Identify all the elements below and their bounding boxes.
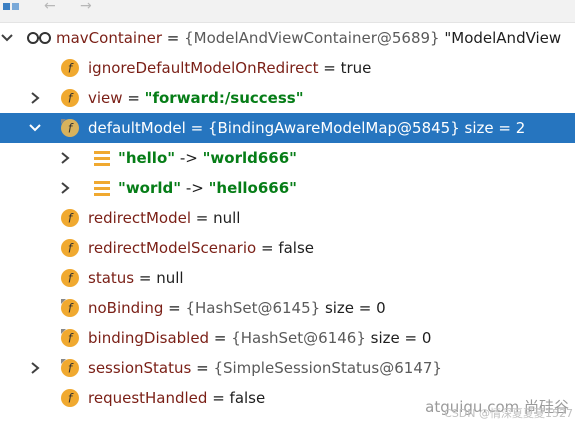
map-value: "world666" [202, 149, 297, 167]
field-icon: f [61, 59, 79, 77]
separator: = [318, 59, 341, 77]
variable-value: null [156, 269, 184, 287]
chevron-right-icon[interactable] [28, 360, 42, 376]
variable-value: false [229, 389, 266, 407]
tree-row-default-model[interactable]: f defaultModel = {BindingAwareModelMap@5… [0, 113, 575, 143]
variable-name: ignoreDefaultModelOnRedirect [88, 59, 319, 77]
chevron-right-icon[interactable] [58, 180, 72, 196]
variable-name: requestHandled [88, 389, 208, 407]
variable-value: {BindingAwareModelMap@5845} [207, 119, 460, 137]
tree-row-text: mavContainer = {ModelAndViewContainer@56… [56, 29, 561, 47]
variable-name: sessionStatus [88, 359, 192, 377]
field-icon: f [61, 299, 79, 317]
variable-value: null [213, 209, 241, 227]
tree-row-session-status[interactable]: f sessionStatus = {SimpleSessionStatus@6… [0, 353, 575, 383]
tree-row-redirect-model-scenario[interactable]: f redirectModelScenario = false [0, 233, 575, 263]
separator: = [209, 329, 232, 347]
tree-row-text: bindingDisabled = {HashSet@6146} size = … [88, 329, 431, 347]
field-icon: f [61, 239, 79, 257]
separator: = [256, 239, 279, 257]
separator: = [122, 89, 145, 107]
field-icon: f [61, 269, 79, 287]
variable-value: {HashSet@6145} [185, 299, 321, 317]
value-extra: size = 0 [365, 329, 432, 347]
variable-value: true [340, 59, 372, 77]
separator: = [191, 209, 214, 227]
variable-value: {HashSet@6146} [231, 329, 366, 347]
tree-row-text: redirectModel = null [88, 209, 240, 227]
tree-row-text: ignoreDefaultModelOnRedirect = true [88, 59, 371, 77]
tree-row-text: "hello" -> "world666" [118, 149, 297, 167]
variable-name: view [88, 89, 123, 107]
variable-name: status [88, 269, 135, 287]
tree-row-view[interactable]: f view = "forward:/success" [0, 83, 575, 113]
tree-row-no-binding[interactable]: f noBinding = {HashSet@6145} size = 0 [0, 293, 575, 323]
separator: -> [175, 149, 203, 167]
value-extra: "ModelAndView [444, 29, 562, 47]
layout-icon[interactable] [2, 2, 20, 14]
tree-row-text: status = null [88, 269, 184, 287]
variable-name: mavContainer [56, 29, 162, 47]
tree-row-binding-disabled[interactable]: f bindingDisabled = {HashSet@6146} size … [0, 323, 575, 353]
variable-name: redirectModel [88, 209, 191, 227]
separator: = [134, 269, 157, 287]
tree-row-text: requestHandled = false [88, 389, 265, 407]
chevron-down-icon[interactable] [0, 30, 14, 46]
tree-row-map-entry-world[interactable]: "world" -> "hello666" [0, 173, 575, 203]
separator: = [191, 359, 214, 377]
separator: -> [181, 179, 209, 197]
back-arrow-icon[interactable]: ← [44, 0, 56, 13]
forward-arrow-icon[interactable]: → [80, 0, 92, 13]
variable-value: {SimpleSessionStatus@6147} [213, 359, 442, 377]
map-value: "hello666" [208, 179, 297, 197]
tree-row-text: noBinding = {HashSet@6145} size = 0 [88, 299, 386, 317]
map-entry-icon [94, 181, 110, 196]
tree-row-text: "world" -> "hello666" [118, 179, 297, 197]
field-icon: f [61, 329, 79, 347]
watermark-csdn: CSDN @情深夏夏夏1527 [444, 407, 573, 420]
glasses-icon [27, 32, 51, 44]
field-icon: f [61, 119, 79, 137]
tree-row-text: redirectModelScenario = false [88, 239, 314, 257]
variable-value: "forward:/success" [144, 89, 304, 107]
field-icon: f [61, 209, 79, 227]
variable-name: redirectModelScenario [88, 239, 257, 257]
tree-row-ignore-default-model-on-redirect[interactable]: f ignoreDefaultModelOnRedirect = true [0, 53, 575, 83]
separator: = [185, 119, 208, 137]
separator: = [163, 299, 186, 317]
field-icon: f [61, 359, 79, 377]
field-icon: f [61, 89, 79, 107]
tree-row-redirect-model[interactable]: f redirectModel = null [0, 203, 575, 233]
chevron-right-icon[interactable] [28, 90, 42, 106]
separator: = [161, 29, 185, 47]
chevron-down-icon[interactable] [28, 120, 42, 136]
debugger-toolbar: ← → [0, 0, 575, 23]
map-entry-icon [94, 151, 110, 166]
tree-row-text: sessionStatus = {SimpleSessionStatus@614… [88, 359, 442, 377]
tree-row-mav-container[interactable]: mavContainer = {ModelAndViewContainer@56… [0, 23, 575, 53]
variable-name: noBinding [88, 299, 164, 317]
tree-row-text: view = "forward:/success" [88, 89, 304, 107]
tree-row-text: defaultModel = {BindingAwareModelMap@584… [88, 119, 525, 137]
map-key: "world" [118, 179, 182, 197]
variable-value: false [278, 239, 314, 257]
value-extra: size = 0 [320, 299, 386, 317]
tree-row-status[interactable]: f status = null [0, 263, 575, 293]
variable-name: bindingDisabled [88, 329, 210, 347]
variable-value: {ModelAndViewContainer@5689} [184, 29, 445, 47]
separator: = [207, 389, 230, 407]
chevron-right-icon[interactable] [58, 150, 72, 166]
field-icon: f [61, 389, 79, 407]
value-extra: size = 2 [459, 119, 526, 137]
tree-row-map-entry-hello[interactable]: "hello" -> "world666" [0, 143, 575, 173]
map-key: "hello" [118, 149, 176, 167]
variable-name: defaultModel [88, 119, 186, 137]
